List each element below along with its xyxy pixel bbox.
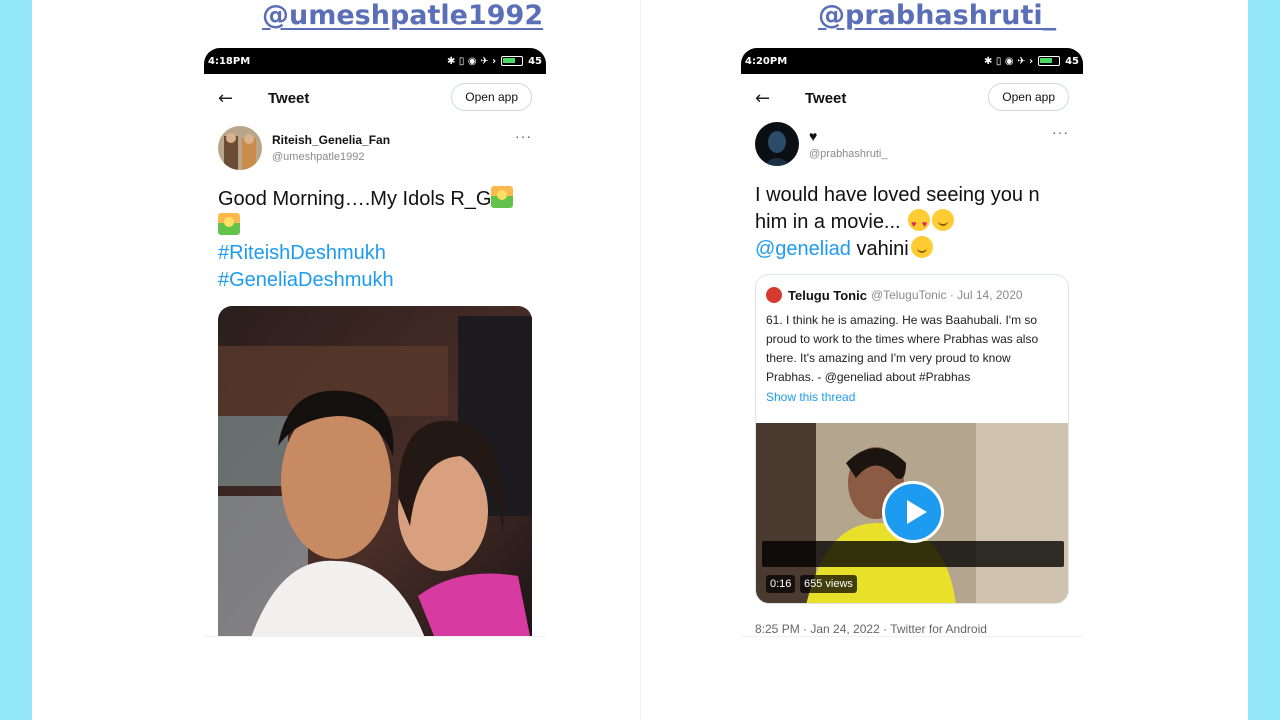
tweet-author[interactable]: Riteish_Genelia_Fan @umeshpatle1992 (218, 126, 390, 170)
quoted-author-meta: @TeluguTonic · Jul 14, 2020 (870, 288, 1023, 302)
open-app-button[interactable]: Open app (451, 83, 532, 111)
tweet-text: Good Morning….My Idols R_G #RiteishDeshm… (218, 186, 536, 294)
sunrise-emoji-icon (491, 186, 514, 208)
author-name[interactable]: ♥ (809, 128, 887, 144)
bottom-nav (204, 636, 546, 648)
battery-icon (501, 56, 524, 66)
video-duration: 0:16 (766, 575, 796, 593)
battery-icon (1038, 56, 1061, 66)
panel-divider (640, 0, 641, 720)
arrow-left-icon[interactable]: ← (755, 88, 770, 109)
avatar-image (218, 126, 262, 170)
tweet-text: I would have loved seeing you n him in a… (755, 182, 1073, 263)
status-bar: 4:18PM ✱ ▯ ◉ ✈ › 45 (204, 48, 546, 74)
relieved-emoji-icon (910, 236, 933, 258)
avatar[interactable] (755, 122, 799, 166)
author-handle[interactable]: @prabhashruti_ (809, 148, 887, 160)
status-bar: 4:20PM ✱ ▯ ◉ ✈ › 45 (741, 48, 1083, 74)
status-time: 4:18PM (208, 55, 251, 67)
video-views: 655 views (800, 575, 857, 593)
status-icons: ✱ ▯ ◉ ✈ › (984, 55, 1034, 67)
right-phone-screenshot: 4:20PM ✱ ▯ ◉ ✈ › 45 ← Tweet Open app ♥ @… (741, 48, 1083, 648)
page-title: Tweet (805, 89, 847, 107)
video-subtitle (762, 541, 1064, 567)
bottom-nav (741, 636, 1083, 648)
app-bar: ← Tweet Open app (741, 78, 1083, 118)
avatar[interactable] (218, 126, 262, 170)
hashtag-link[interactable]: #RiteishDeshmukh (218, 240, 536, 267)
arrow-left-icon[interactable]: ← (218, 88, 233, 109)
tweet-text-line: Good Morning….My Idols R_G (218, 188, 492, 210)
selfie-photo-image (218, 306, 532, 646)
status-time: 4:20PM (745, 55, 788, 67)
author-handle[interactable]: @umeshpatle1992 (272, 151, 390, 163)
more-options-icon[interactable]: ··· (515, 128, 532, 144)
page-title: Tweet (268, 89, 310, 107)
tweet-photo[interactable] (218, 306, 532, 646)
tweet-author[interactable]: ♥ @prabhashruti_ (755, 122, 887, 166)
play-icon[interactable] (882, 481, 944, 543)
open-app-button[interactable]: Open app (988, 83, 1069, 111)
battery-level: 45 (1065, 55, 1079, 67)
tweet-text-tail: vahini (850, 238, 909, 260)
mention-link[interactable]: @geneliad (755, 238, 851, 260)
sunrise-emoji-icon (218, 213, 240, 235)
hashtag-link[interactable]: #GeneliaDeshmukh (218, 267, 536, 294)
video-player[interactable]: 0:16 655 views (756, 423, 1068, 603)
quoted-tweet-text: 61. I think he is amazing. He was Baahub… (766, 313, 1039, 384)
quoted-tweet-card[interactable]: Telugu Tonic @TeluguTonic · Jul 14, 2020… (755, 274, 1069, 604)
left-handle-link[interactable]: @umeshpatle1992 (262, 0, 543, 31)
app-bar: ← Tweet Open app (204, 78, 546, 118)
avatar-image (755, 122, 799, 166)
tweet-text-line: I would have loved seeing you n him in a… (755, 184, 1040, 233)
author-name[interactable]: Riteish_Genelia_Fan (272, 133, 390, 147)
heart-eyes-emoji-icon (908, 209, 931, 238)
telugu-tonic-avatar-icon (766, 287, 782, 303)
relieved-emoji-icon (932, 209, 955, 231)
show-thread-link[interactable]: Show this thread (766, 390, 855, 404)
battery-level: 45 (528, 55, 542, 67)
tweet-timestamp[interactable]: 8:25 PM · Jan 24, 2022 · Twitter for And… (755, 622, 987, 636)
right-handle-link[interactable]: @prabhashruti_ (818, 0, 1056, 31)
quoted-author-name[interactable]: Telugu Tonic (788, 288, 867, 303)
more-options-icon[interactable]: ··· (1052, 124, 1069, 140)
left-phone-screenshot: 4:18PM ✱ ▯ ◉ ✈ › 45 ← Tweet Open app Rit… (204, 48, 546, 648)
status-icons: ✱ ▯ ◉ ✈ › (447, 55, 497, 67)
quoted-tweet-header: Telugu Tonic @TeluguTonic · Jul 14, 2020 (766, 287, 1023, 303)
